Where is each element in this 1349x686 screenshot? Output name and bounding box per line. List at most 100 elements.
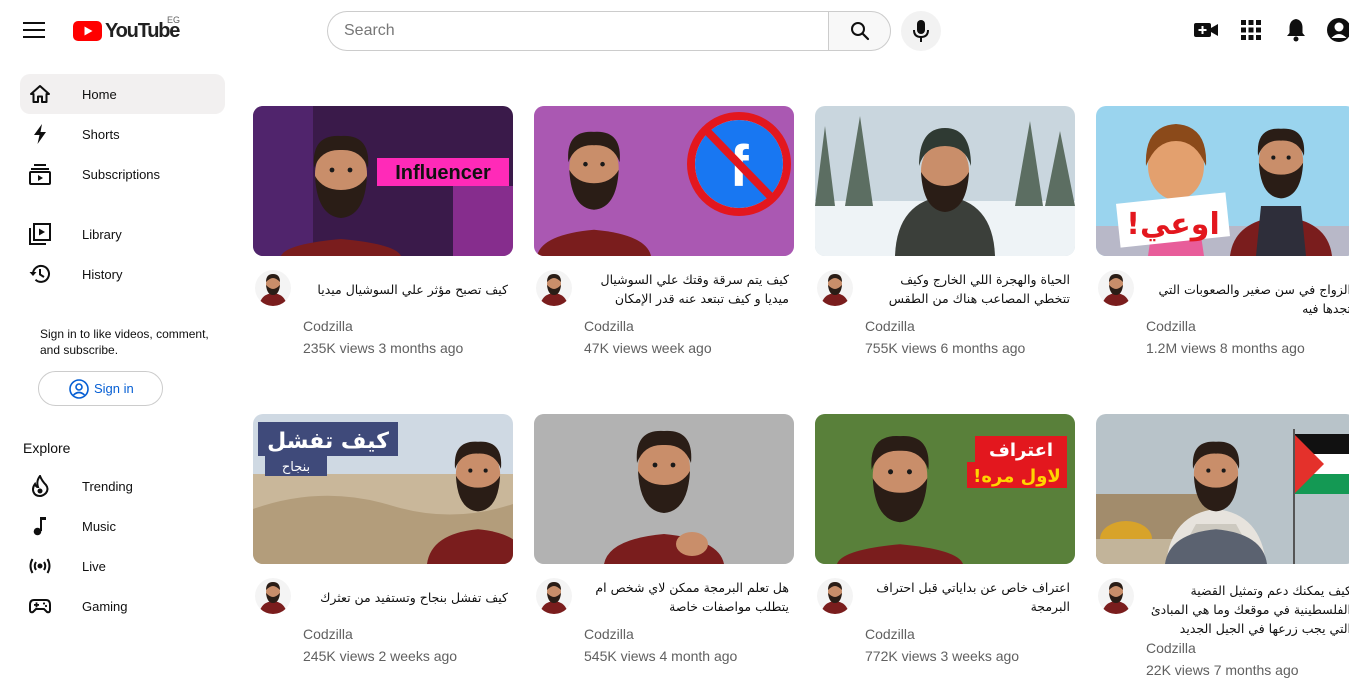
sidebar-item-label: Home bbox=[82, 86, 117, 102]
voice-search-button[interactable] bbox=[901, 11, 941, 51]
video-camera-add-icon bbox=[1194, 23, 1218, 37]
music-icon bbox=[28, 514, 52, 538]
apps-grid-icon bbox=[1241, 20, 1261, 40]
subscriptions-icon bbox=[28, 162, 52, 186]
video-thumbnail[interactable]: اعتراف لاول مره! bbox=[815, 414, 1075, 564]
youtube-logo[interactable]: YouTube EG bbox=[73, 15, 180, 44]
sidebar-item-label: Library bbox=[82, 226, 122, 242]
video-thumbnail[interactable]: كيف تفشل بنجاح bbox=[253, 414, 513, 564]
video-title[interactable]: اعتراف خاص عن بداياتي قبل احتراف البرمجة bbox=[865, 578, 1070, 616]
channel-name[interactable]: Codzilla bbox=[303, 318, 353, 334]
notifications-button[interactable] bbox=[1281, 15, 1311, 45]
video-title[interactable]: كيف يتم سرقة وقتك علي السوشيال ميديا و ك… bbox=[584, 270, 789, 308]
video-card[interactable]: كيف تفشل بنجاح كيف تفشل بنجاح وتستفيد من … bbox=[253, 414, 513, 684]
explore-heading: Explore bbox=[23, 440, 71, 456]
video-metadata: 755K views 6 months ago bbox=[865, 340, 1026, 356]
thumb-text: كيف تفشل bbox=[267, 429, 389, 454]
channel-avatar[interactable] bbox=[255, 270, 291, 306]
video-title[interactable]: كيف تفشل بنجاح وتستفيد من تعثرك bbox=[303, 588, 508, 607]
video-card[interactable]: Influencer كيف تصبح مؤثر علي السوشيال ميد… bbox=[253, 106, 513, 376]
sidebar-item-shorts[interactable]: Shorts bbox=[20, 114, 225, 154]
channel-name[interactable]: Codzilla bbox=[1146, 640, 1196, 656]
video-metadata: 1.2M views 8 months ago bbox=[1146, 340, 1305, 356]
video-card[interactable]: الحياة والهجرة اللي الخارج وكيف تتخطي ال… bbox=[815, 106, 1075, 376]
sidebar-item-music[interactable]: Music bbox=[20, 506, 225, 546]
library-icon bbox=[28, 222, 52, 246]
live-icon bbox=[28, 554, 52, 578]
sidebar-item-gaming[interactable]: Gaming bbox=[20, 586, 225, 626]
video-thumbnail[interactable] bbox=[815, 106, 1075, 256]
youtube-play-icon bbox=[73, 21, 102, 41]
channel-name[interactable]: Codzilla bbox=[1146, 318, 1196, 334]
channel-name[interactable]: Codzilla bbox=[865, 318, 915, 334]
sidebar-item-label: Music bbox=[82, 518, 116, 534]
sidebar-item-home[interactable]: Home bbox=[20, 74, 225, 114]
video-card[interactable]: اعتراف لاول مره! اعتراف خاص عن بداياتي قب… bbox=[815, 414, 1075, 684]
video-metadata: 235K views 3 months ago bbox=[303, 340, 464, 356]
channel-avatar[interactable] bbox=[536, 578, 572, 614]
channel-avatar[interactable] bbox=[255, 578, 291, 614]
thumb-text: اعتراف bbox=[989, 440, 1053, 461]
video-thumbnail[interactable] bbox=[534, 414, 794, 564]
history-icon bbox=[28, 262, 52, 286]
video-thumbnail[interactable]: f bbox=[534, 106, 794, 256]
video-card[interactable]: كيف يمكنك دعم وتمثيل القضية الفلسطينية ف… bbox=[1096, 414, 1349, 684]
sidebar-item-label: Trending bbox=[82, 478, 133, 494]
video-metadata: 772K views 3 weeks ago bbox=[865, 648, 1020, 664]
account-button[interactable] bbox=[1324, 15, 1349, 45]
guide-menu-button[interactable] bbox=[18, 14, 50, 46]
channel-name[interactable]: Codzilla bbox=[303, 626, 353, 642]
signin-button[interactable]: Sign in bbox=[38, 371, 163, 406]
search-button[interactable] bbox=[828, 11, 891, 51]
sidebar-item-label: Shorts bbox=[82, 126, 120, 142]
sidebar-item-trending[interactable]: Trending bbox=[20, 466, 225, 506]
thumb-text: اوعي! bbox=[1126, 207, 1219, 242]
video-card[interactable]: اوعي! الزواج في سن صغير والصعوبات التي تج… bbox=[1096, 106, 1349, 376]
apps-button[interactable] bbox=[1236, 15, 1266, 45]
channel-name[interactable]: Codzilla bbox=[865, 626, 915, 642]
video-title[interactable]: الحياة والهجرة اللي الخارج وكيف تتخطي ال… bbox=[865, 270, 1070, 308]
guide-sidebar: Home Shorts Subscriptions Library Histor… bbox=[0, 62, 240, 686]
video-title[interactable]: الزواج في سن صغير والصعوبات التي تجدها ف… bbox=[1146, 280, 1349, 318]
channel-avatar[interactable] bbox=[1098, 270, 1134, 306]
thumb-subtext: لاول مره! bbox=[973, 466, 1061, 487]
sidebar-item-subscriptions[interactable]: Subscriptions bbox=[20, 154, 225, 194]
shorts-icon bbox=[28, 122, 52, 146]
video-thumbnail[interactable]: Influencer bbox=[253, 106, 513, 256]
sidebar-item-library[interactable]: Library bbox=[20, 214, 225, 254]
video-title[interactable]: كيف يمكنك دعم وتمثيل القضية الفلسطينية ف… bbox=[1146, 581, 1349, 638]
thumb-subtext: بنجاح bbox=[282, 460, 310, 475]
signin-prompt: Sign in to like videos, comment, and sub… bbox=[40, 327, 209, 357]
channel-avatar[interactable] bbox=[1098, 578, 1134, 614]
user-circle-icon bbox=[69, 379, 89, 399]
video-metadata: 22K views 7 months ago bbox=[1146, 662, 1299, 678]
channel-name[interactable]: Codzilla bbox=[584, 318, 634, 334]
channel-avatar[interactable] bbox=[817, 578, 853, 614]
bell-icon bbox=[1287, 19, 1305, 42]
search-input[interactable] bbox=[327, 11, 828, 51]
microphone-icon bbox=[913, 20, 929, 42]
thumb-text: Influencer bbox=[395, 162, 491, 184]
sidebar-item-live[interactable]: Live bbox=[20, 546, 225, 586]
video-card[interactable]: هل تعلم البرمجة ممكن لاي شخص ام يتطلب مو… bbox=[534, 414, 794, 684]
video-metadata: 245K views 2 weeks ago bbox=[303, 648, 458, 664]
channel-name[interactable]: Codzilla bbox=[584, 626, 634, 642]
video-card[interactable]: f كيف يتم سرقة وقتك علي السوشيال ميديا و… bbox=[534, 106, 794, 376]
sidebar-item-label: Live bbox=[82, 558, 106, 574]
sidebar-item-history[interactable]: History bbox=[20, 254, 225, 294]
sidebar-item-label: Subscriptions bbox=[82, 166, 161, 182]
video-title[interactable]: كيف تصبح مؤثر علي السوشيال ميديا bbox=[303, 280, 508, 299]
video-metadata: 47K views week ago bbox=[584, 340, 712, 356]
home-icon bbox=[28, 82, 52, 106]
sidebar-item-label: Gaming bbox=[82, 598, 128, 614]
channel-avatar[interactable] bbox=[536, 270, 572, 306]
video-metadata: 545K views 4 month ago bbox=[584, 648, 738, 664]
channel-avatar[interactable] bbox=[817, 270, 853, 306]
video-thumbnail[interactable]: اوعي! bbox=[1096, 106, 1349, 256]
hamburger-icon bbox=[23, 22, 45, 38]
video-title[interactable]: هل تعلم البرمجة ممكن لاي شخص ام يتطلب مو… bbox=[584, 578, 789, 616]
search-icon bbox=[850, 22, 869, 41]
video-thumbnail[interactable] bbox=[1096, 414, 1349, 564]
create-video-button[interactable] bbox=[1191, 15, 1221, 45]
signin-button-label: Sign in bbox=[94, 381, 134, 396]
